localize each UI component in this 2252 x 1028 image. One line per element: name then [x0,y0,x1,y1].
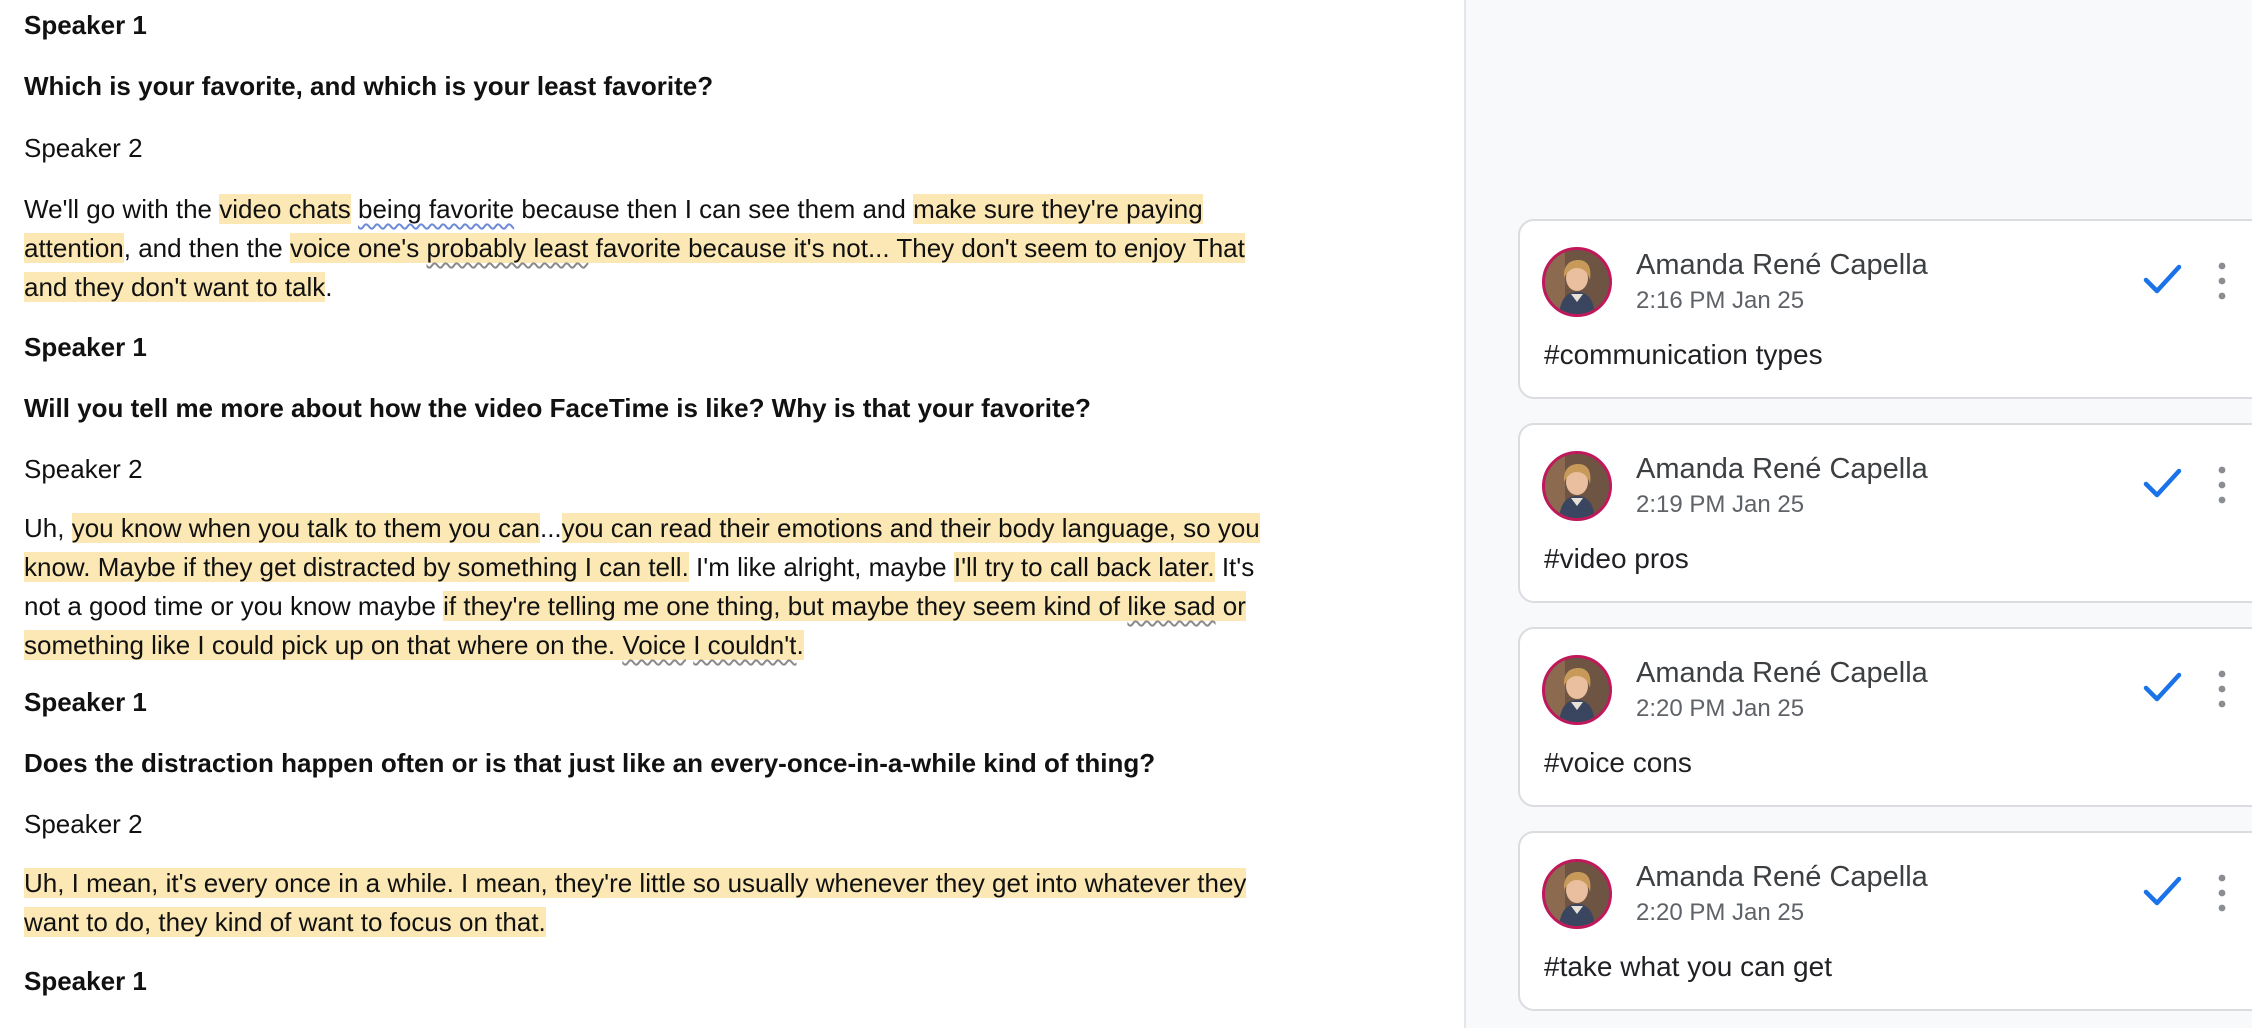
highlighted-text: like sad [1127,591,1216,621]
highlighted-text: you know when you talk to them you can [71,513,540,543]
text-run: Speaker 2 [24,454,143,484]
speaker-label: Speaker 2 [24,129,1264,168]
comment-author: Amanda René Capella [1636,249,1928,281]
comment-body: #take what you can get [1544,951,1832,982]
text-run: Speaker 1 [24,687,147,717]
text-run: Will you tell me more about how the vide… [24,393,1091,423]
transcript-answer: Uh, you know when you talk to them you c… [24,509,1264,665]
highlighted-text: I'll try to call back later. [953,552,1215,582]
checkmark-icon[interactable] [2138,459,2186,507]
interviewer-question: Which is your favorite, and which is you… [24,67,1264,106]
comment-author: Amanda René Capella [1636,861,1928,893]
checkmark-icon[interactable] [2138,255,2186,303]
text-run: being favorite [358,194,515,224]
comment-author: Amanda René Capella [1636,657,1928,689]
comment-timestamp: 2:20 PM Jan 25 [1636,695,1805,722]
checkmark-icon[interactable] [2138,663,2186,711]
text-run: Speaker 1 [24,332,147,362]
more-vert-icon[interactable] [2210,259,2234,303]
highlighted-text: video chats [219,194,351,224]
text-run: We'll go with the [24,194,220,224]
highlighted-text: if they're telling me one thing, but may… [443,591,1128,621]
document-body[interactable]: Speaker 1 Which is your favorite, and wh… [0,0,1464,1028]
more-vert-icon[interactable] [2210,871,2234,915]
highlighted-text: voice one's [290,233,427,263]
text-run: Which is your favorite, and which is you… [24,71,714,101]
highlighted-text: probably least [426,233,589,263]
speaker-label: Speaker 1 [24,6,1264,45]
text-run: Uh, [24,513,72,543]
checkmark-icon[interactable] [2138,867,2186,915]
transcript-answer: We'll go with the video chats being favo… [24,190,1264,307]
interviewer-question: Does the distraction happen often or is … [24,744,1264,783]
speaker-label: Speaker 1 [24,328,1264,367]
speaker-label: Speaker 1 [24,962,1264,1001]
text-run: Speaker 2 [24,133,143,163]
comments-pane: Amanda René Capella 2:16 PM Jan 25 #comm… [1464,0,2252,1028]
text-run: because then I can see them and [514,194,914,224]
user-avatar[interactable] [1542,859,1612,929]
text-run [351,194,358,224]
speaker-label: Speaker 2 [24,450,1264,489]
comment-author: Amanda René Capella [1636,453,1928,485]
user-avatar[interactable] [1542,451,1612,521]
comment-body: #voice cons [1544,747,1692,778]
comment-body: #video pros [1544,543,1689,574]
text-run: , and then the [123,233,290,263]
comment-card[interactable]: Amanda René Capella 2:20 PM Jan 25 #take… [1518,831,2252,1011]
highlighted-text: I couldn't [693,630,797,660]
comment-timestamp: 2:20 PM Jan 25 [1636,899,1805,926]
comment-timestamp: 2:19 PM Jan 25 [1636,491,1805,518]
text-run: ... [539,513,562,543]
text-run: I'm like alright, maybe [688,552,954,582]
text-run: Does the distraction happen often or is … [24,748,1156,778]
comment-card[interactable]: Amanda René Capella 2:16 PM Jan 25 #comm… [1518,219,2252,399]
text-run: Speaker 1 [24,966,147,996]
comment-card[interactable]: Amanda René Capella 2:19 PM Jan 25 #vide… [1518,423,2252,603]
comment-body: #communication types [1544,339,1823,370]
highlighted-text: Voice [622,630,686,660]
highlighted-text: Uh, I mean, it's every once in a while. … [24,868,1247,937]
speaker-label: Speaker 2 [24,805,1264,844]
highlighted-text: . [796,630,804,660]
text-run: . [325,272,333,302]
speaker-label: Speaker 1 [24,683,1264,722]
transcript-answer: Uh, I mean, it's every once in a while. … [24,864,1264,942]
user-avatar[interactable] [1542,247,1612,317]
more-vert-icon[interactable] [2210,667,2234,711]
text-run: Speaker 1 [24,10,147,40]
interviewer-question: Will you tell me more about how the vide… [24,389,1264,428]
user-avatar[interactable] [1542,655,1612,725]
comment-timestamp: 2:16 PM Jan 25 [1636,287,1805,314]
comment-card[interactable]: Amanda René Capella 2:20 PM Jan 25 #voic… [1518,627,2252,807]
text-run: Speaker 2 [24,809,143,839]
more-vert-icon[interactable] [2210,463,2234,507]
